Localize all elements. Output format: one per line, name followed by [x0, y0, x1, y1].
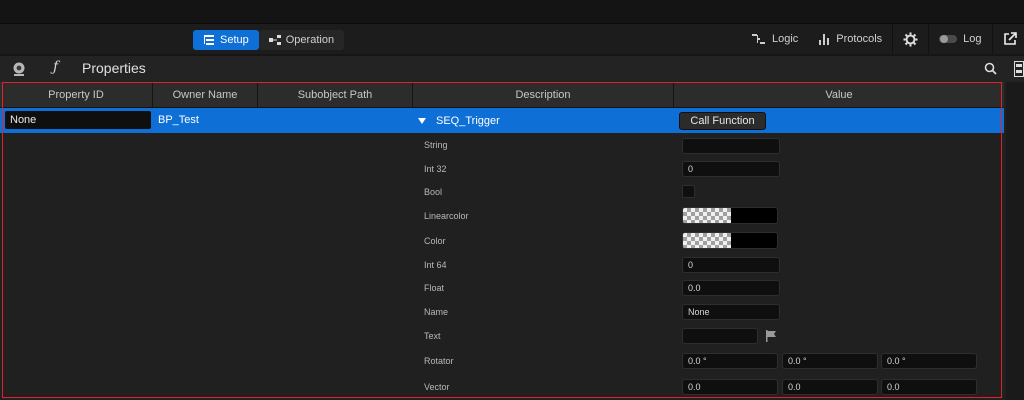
logic-icon — [752, 34, 765, 44]
param-label: Name — [424, 307, 449, 317]
setup-mode-button[interactable]: Setup — [193, 30, 259, 50]
color-preview — [731, 208, 777, 223]
flag-icon[interactable] — [765, 330, 777, 342]
title-strip — [0, 0, 1024, 24]
param-row: Float 0.0 — [0, 276, 1004, 300]
string-input[interactable] — [682, 138, 780, 154]
param-row: Name None — [0, 300, 1004, 324]
color-preview — [731, 233, 777, 248]
toggle-switch-icon — [939, 35, 958, 43]
expand-arrow-icon[interactable] — [418, 117, 426, 124]
param-row: Linearcolor — [0, 204, 1004, 228]
alpha-checker — [683, 208, 731, 223]
node-graph-icon — [268, 35, 281, 45]
vector-x-input[interactable]: 0.0 — [682, 379, 778, 395]
description-cell: SEQ_Trigger — [418, 108, 500, 133]
param-label: Color — [424, 236, 446, 246]
settings-button[interactable] — [893, 24, 928, 54]
float-input[interactable]: 0.0 — [682, 280, 780, 296]
vector-y-input[interactable]: 0.0 — [782, 379, 878, 395]
logic-button[interactable]: Logic — [742, 24, 808, 54]
param-label: Float — [424, 283, 445, 293]
param-row: Text — [0, 324, 1004, 348]
call-function-button[interactable]: Call Function — [679, 112, 766, 130]
operation-mode-label: Operation — [285, 34, 335, 46]
bar-chart-icon — [819, 34, 830, 45]
external-link-icon — [1003, 32, 1017, 45]
bool-checkbox[interactable] — [682, 185, 695, 198]
col-subobject-path[interactable]: Subobject Path — [258, 82, 413, 108]
toolbar-right: Logic Protocols Log — [742, 24, 1024, 54]
col-property-id[interactable]: Property ID — [0, 82, 153, 108]
logic-label: Logic — [772, 33, 799, 45]
protocols-label: Protocols — [836, 33, 883, 45]
col-value[interactable]: Value — [674, 82, 1004, 108]
rotator-z-input[interactable]: 0.0 ° — [881, 353, 977, 369]
scrollbar-gutter[interactable] — [1006, 82, 1024, 400]
linearcolor-swatch[interactable] — [682, 207, 778, 224]
param-label: Int 64 — [424, 260, 447, 270]
param-label: Linearcolor — [424, 211, 469, 221]
properties-panel-header: ƒ Properties — [0, 56, 1024, 82]
alpha-checker — [683, 233, 731, 248]
vector-z-input[interactable]: 0.0 — [881, 379, 977, 395]
setup-mode-label: Setup — [220, 34, 249, 46]
table-row-selected[interactable]: None BP_Test SEQ_Trigger Call Function — [0, 108, 1004, 133]
rotator-y-input[interactable]: 0.0 ° — [782, 353, 878, 369]
log-toggle[interactable]: Log — [929, 24, 991, 54]
owner-name-cell: BP_Test — [158, 114, 199, 126]
param-label: String — [424, 140, 448, 150]
panel-title: Properties — [82, 60, 146, 76]
external-window-button[interactable] — [993, 24, 1024, 54]
name-input[interactable]: None — [682, 304, 780, 320]
param-label: Vector — [424, 382, 450, 392]
function-name: SEQ_Trigger — [436, 114, 500, 127]
param-label: Int 32 — [424, 164, 447, 174]
search-icon[interactable] — [984, 62, 997, 75]
param-row: Color — [0, 229, 1004, 253]
rotator-x-input[interactable]: 0.0 ° — [682, 353, 778, 369]
param-row: String — [0, 133, 1004, 157]
int64-input[interactable]: 0 — [682, 257, 780, 273]
table-header: Property ID Owner Name Subobject Path De… — [0, 82, 1004, 108]
gear-icon — [903, 31, 918, 47]
col-owner-name[interactable]: Owner Name — [153, 82, 258, 108]
properties-table: Property ID Owner Name Subobject Path De… — [0, 82, 1024, 400]
operation-mode-button[interactable]: Operation — [258, 30, 345, 50]
list-tree-icon — [204, 35, 214, 45]
param-row: Int 64 0 — [0, 253, 1004, 277]
property-id-input[interactable]: None — [5, 111, 151, 129]
panel-layout-icon[interactable] — [1014, 61, 1024, 77]
param-row: Rotator 0.0 ° 0.0 ° 0.0 ° — [0, 349, 1004, 373]
webcam-icon[interactable] — [11, 61, 27, 77]
param-label: Bool — [424, 187, 443, 197]
function-icon[interactable]: ƒ — [53, 59, 58, 75]
col-description[interactable]: Description — [413, 82, 674, 108]
log-label: Log — [963, 33, 982, 45]
protocols-button[interactable]: Protocols — [808, 24, 892, 54]
color-swatch[interactable] — [682, 232, 778, 249]
param-row: Int 32 0 — [0, 157, 1004, 181]
int32-input[interactable]: 0 — [682, 161, 780, 177]
param-label: Text — [424, 331, 441, 341]
param-row: Vector 0.0 0.0 0.0 — [0, 375, 1004, 399]
text-input[interactable] — [682, 328, 758, 344]
param-label: Rotator — [424, 356, 454, 366]
mode-switcher: Setup Operation — [193, 30, 345, 50]
param-row: Bool — [0, 180, 1004, 204]
